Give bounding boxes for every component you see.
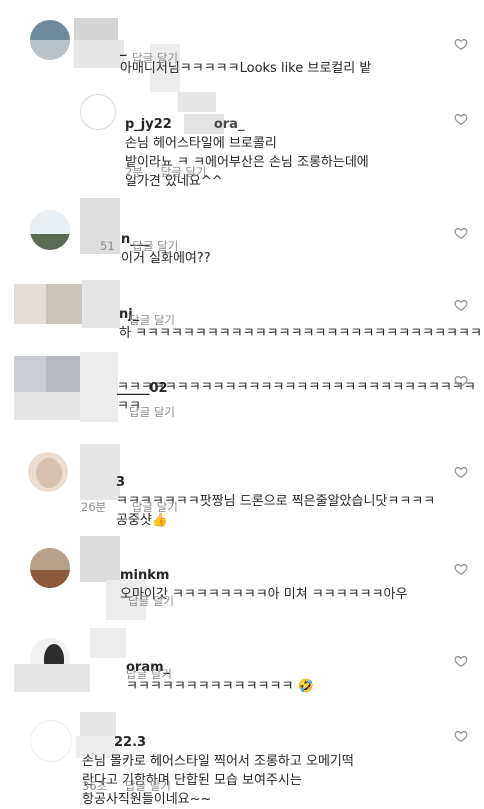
heart-outline-icon — [454, 228, 468, 239]
like-button[interactable] — [454, 562, 468, 576]
comment-time: 51 — [100, 239, 115, 253]
heart-outline-icon — [454, 731, 468, 742]
comment-username-tail[interactable]: ora_ — [214, 117, 245, 132]
blurred-username — [80, 536, 120, 582]
like-button[interactable] — [454, 729, 468, 743]
blurred-username — [80, 352, 118, 422]
comment-meta: 답글 달기 — [129, 404, 189, 420]
comment: n___ 이거 실화에여?? 51 답글 달기 — [0, 198, 484, 266]
avatar[interactable] — [28, 452, 68, 492]
heart-outline-icon — [454, 300, 468, 311]
blurred-avatar — [46, 356, 80, 392]
comment-time: 26분 — [81, 500, 107, 514]
comment-username[interactable]: 3 — [116, 475, 125, 490]
comment: _____02 ㅋㅋㅋㅋㅋㅋㅋㅋㅋㅋㅋㅋㅋㅋㅋㅋㅋㅋㅋㅋㅋㅋㅋㅋㅋㅋㅋㅋㅋㅋㅋㅋ… — [0, 352, 484, 424]
blurred-avatar — [14, 392, 80, 420]
avatar[interactable] — [30, 210, 70, 250]
avatar[interactable] — [80, 94, 116, 130]
comment-meta: 36초 답글 달기 — [82, 778, 185, 794]
heart-outline-icon — [454, 114, 468, 125]
comment-meta: 답글 달기 — [129, 312, 189, 328]
comment: nj_ 하 ㅋㅋㅋㅋㅋㅋㅋㅋㅋㅋㅋㅋㅋㅋㅋㅋㅋㅋㅋㅋㅋㅋㅋㅋㅋㅋㅋㅋㅋ 답글 달… — [0, 276, 484, 341]
comment-username[interactable]: _ — [120, 42, 127, 57]
comment-meta: 답글 달기 — [126, 666, 186, 682]
avatar[interactable] — [30, 20, 70, 60]
like-button[interactable] — [454, 374, 468, 388]
heart-outline-icon — [454, 376, 468, 387]
like-button[interactable] — [454, 465, 468, 479]
reply-button[interactable]: 답글 달기 — [129, 405, 175, 419]
like-button[interactable] — [454, 654, 468, 668]
avatar[interactable] — [30, 720, 72, 762]
comment-time: 2분 — [125, 165, 143, 179]
comment: 22.3 손님 몰카로 헤어스타일 찍어서 조롱하고 오메기떡 란다고 기함하며… — [0, 706, 484, 807]
reply-button[interactable]: 답글 달기 — [132, 51, 178, 65]
like-button[interactable] — [454, 298, 468, 312]
comment-username[interactable]: 22.3 — [114, 735, 146, 750]
reply-button[interactable]: 답글 달기 — [128, 594, 174, 608]
like-button[interactable] — [454, 37, 468, 51]
blurred-username — [74, 18, 118, 40]
comment-time: 36초 — [82, 779, 108, 793]
like-button[interactable] — [454, 112, 468, 126]
comment-meta: 26분 답글 달기 — [81, 499, 192, 515]
blurred-username — [82, 280, 120, 328]
heart-outline-icon — [454, 39, 468, 50]
reply-button[interactable]: 답글 달기 — [132, 500, 178, 514]
comment: oram_ ㅋㅋㅋㅋㅋㅋㅋㅋㅋㅋㅋㅋㅋㅋ 🤣 답글 달기 — [0, 628, 484, 698]
like-button[interactable] — [454, 226, 468, 240]
reply-button[interactable]: 답글 달기 — [125, 779, 171, 793]
comment-text: 22.3 손님 몰카로 헤어스타일 찍어서 조롱하고 오메기떡 란다고 기함하며… — [82, 714, 354, 809]
blurred-username — [14, 664, 90, 692]
reply-button[interactable]: 답글 달기 — [161, 165, 207, 179]
heart-outline-icon — [454, 467, 468, 478]
reply-button[interactable]: 답글 달기 — [129, 313, 175, 327]
blurred-avatar — [14, 356, 46, 392]
comment-reply: p_jy22 ora_ 손님 헤어스타일에 브로콜리 밭이라뇨 ㅋ ㅋ에어부산은 … — [0, 88, 484, 189]
comment-username[interactable]: p_jy22 — [125, 117, 172, 132]
comment: _ 아매니저님ㅋㅋㅋㅋㅋLooks like 브로컬리 밭 답글 달기 — [0, 0, 484, 92]
blurred-username — [80, 444, 120, 500]
heart-outline-icon — [454, 564, 468, 575]
reply-button[interactable]: 답글 달기 — [132, 239, 178, 253]
comment-body: 하 ㅋㅋㅋㅋㅋㅋㅋㅋㅋㅋㅋㅋㅋㅋㅋㅋㅋㅋㅋㅋㅋㅋㅋㅋㅋㅋㅋㅋㅋ — [119, 326, 482, 341]
comment: 3 ㅋㅋㅋㅋㅋㅋㅋ팟짱님 드론으로 찍은줄알았습니닷ㅋㅋㅋㅋ 공중샷👍 26분 … — [0, 444, 484, 528]
avatar[interactable] — [30, 548, 70, 588]
comment-meta: 답글 달기 — [132, 50, 192, 66]
comment-username[interactable]: minkm — [120, 568, 169, 583]
blurred-region — [74, 40, 124, 68]
comment-text: 3 ㅋㅋㅋㅋㅋㅋㅋ팟짱님 드론으로 찍은줄알았습니닷ㅋㅋㅋㅋ 공중샷👍 — [116, 454, 435, 530]
reply-button[interactable]: 답글 달기 — [126, 667, 172, 681]
blurred-avatar — [46, 284, 82, 324]
blurred-avatar — [14, 284, 46, 324]
blurred-username — [90, 628, 126, 658]
heart-outline-icon — [454, 656, 468, 667]
comment-meta: 2분 답글 달기 — [125, 164, 221, 180]
comment-meta: 답글 달기 — [128, 593, 188, 609]
comment-body: 손님 헤어스타일에 브로콜리 밭이라뇨 ㅋ ㅋ에어부산은 손님 조롱하는데에 일… — [125, 136, 369, 189]
comment-meta: 51 답글 달기 — [100, 238, 192, 254]
comment: minkm 오마이갓 ㅋㅋㅋㅋㅋㅋㅋㅋ아 미쳐 ㅋㅋㅋㅋㅋㅋ아우 답글 달기 — [0, 536, 484, 620]
